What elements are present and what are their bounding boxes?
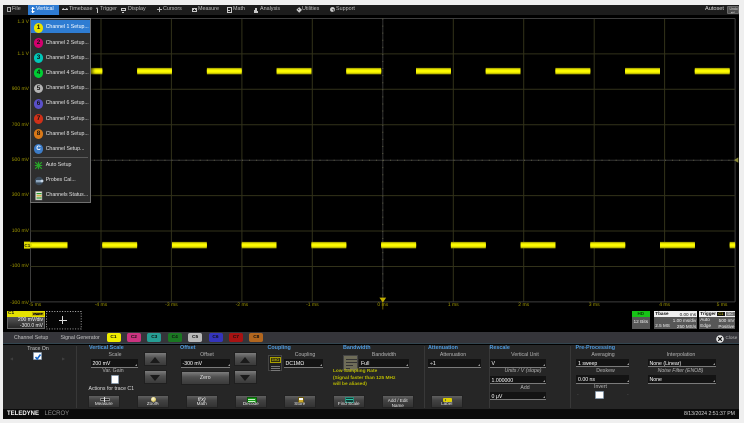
svg-text:C1: C1	[24, 243, 30, 248]
